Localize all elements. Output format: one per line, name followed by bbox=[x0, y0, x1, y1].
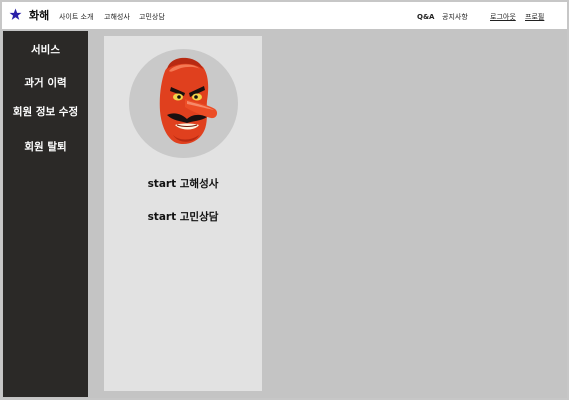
sidebar-item-edit-profile[interactable]: 회원 정보 수정 bbox=[3, 105, 88, 119]
brand-logo-text[interactable]: 화해 bbox=[29, 9, 49, 22]
sidebar-item-service[interactable]: 서비스 bbox=[3, 43, 88, 57]
profile-panel: start 고해성사 start 고민상담 bbox=[104, 36, 262, 391]
nav-site-intro[interactable]: 사이트 소개 bbox=[59, 13, 93, 22]
logout-link[interactable]: 로그아웃 bbox=[490, 13, 516, 22]
nav-confession[interactable]: 고해성사 bbox=[104, 13, 130, 22]
top-nav-bar: 화해 사이트 소개 고해성사 고민상담 Q&A 공지사항 로그아웃 프로필 bbox=[2, 2, 567, 29]
nav-qna[interactable]: Q&A bbox=[417, 13, 434, 22]
start-counseling-button[interactable]: start 고민상담 bbox=[104, 210, 262, 224]
avatar bbox=[129, 49, 238, 158]
start-confession-button[interactable]: start 고해성사 bbox=[104, 177, 262, 191]
sidebar-item-history[interactable]: 과거 이력 bbox=[3, 76, 88, 90]
tengu-mask-icon bbox=[159, 57, 218, 145]
profile-link[interactable]: 프로필 bbox=[525, 13, 544, 22]
sidebar: 서비스 과거 이력 회원 정보 수정 회원 탈퇴 bbox=[3, 31, 88, 397]
nav-counseling[interactable]: 고민상담 bbox=[139, 13, 165, 22]
star-icon[interactable] bbox=[9, 8, 22, 21]
nav-notice[interactable]: 공지사항 bbox=[442, 13, 468, 22]
sidebar-item-withdraw[interactable]: 회원 탈퇴 bbox=[3, 140, 88, 154]
